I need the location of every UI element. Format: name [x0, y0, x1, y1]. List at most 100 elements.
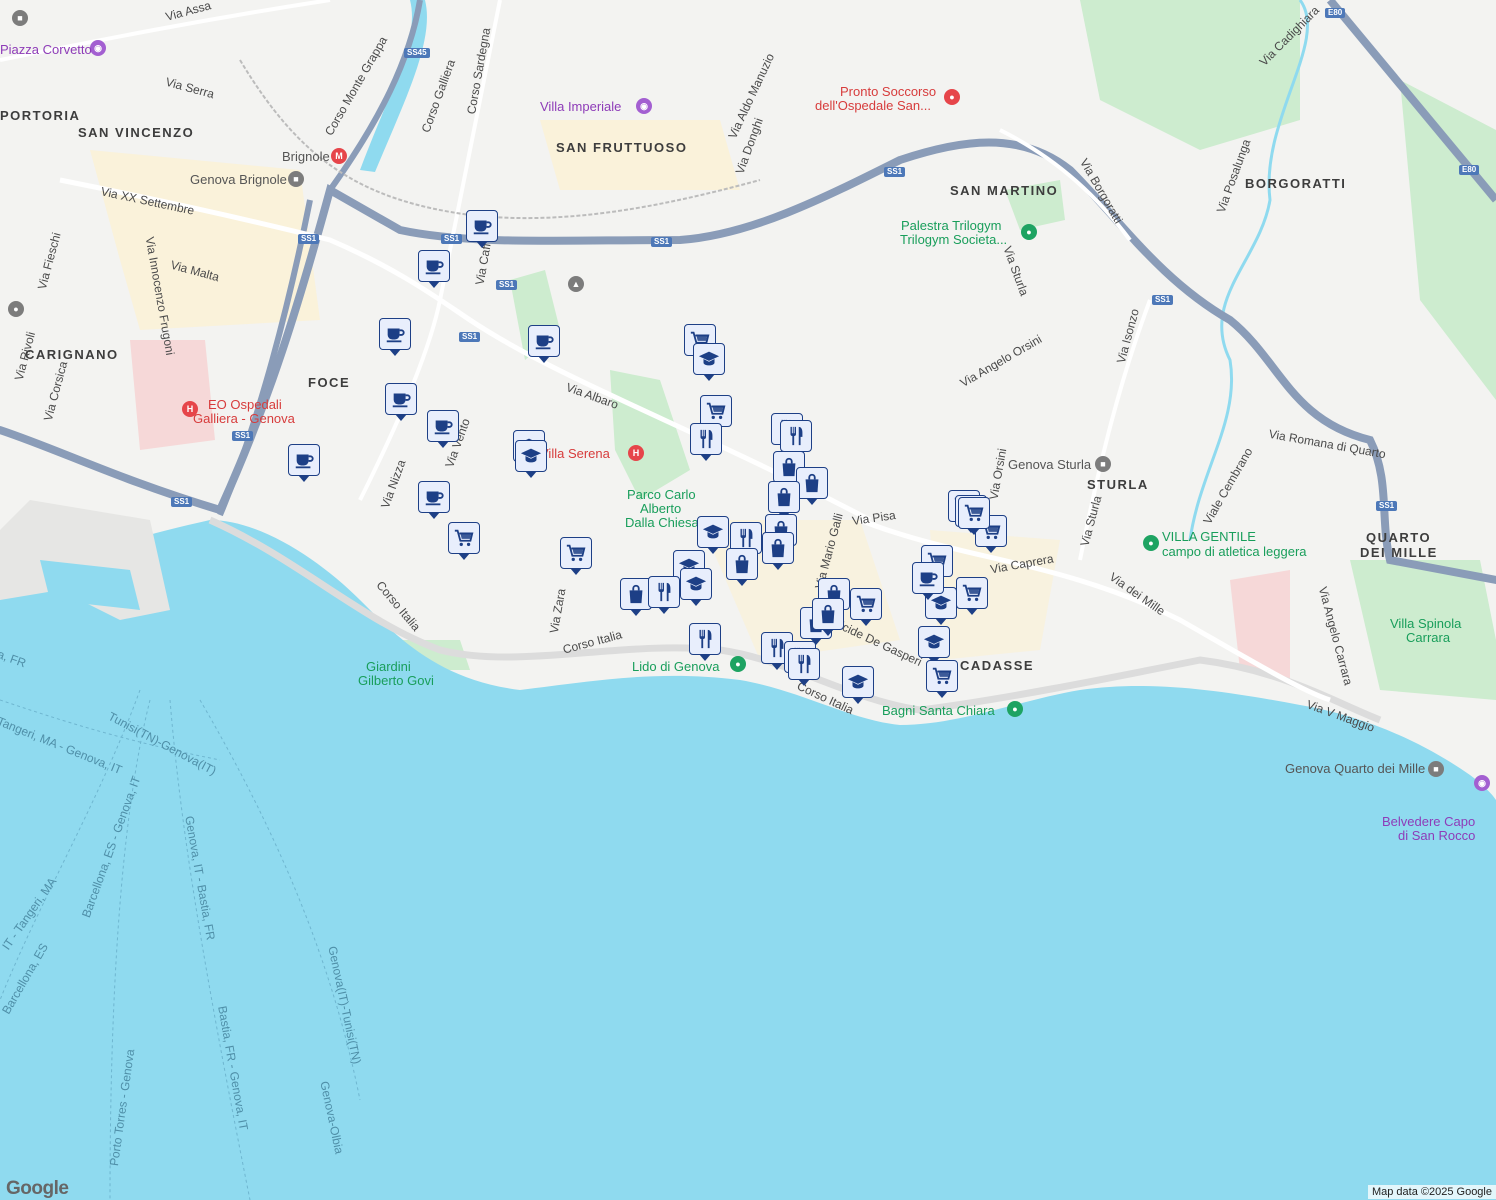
metro-icon[interactable]: M: [331, 148, 347, 164]
area-label: PORTORIA: [0, 108, 81, 123]
poi-label[interactable]: Dalla Chiesa: [625, 516, 699, 529]
cafe-marker[interactable]: [418, 250, 450, 288]
poi-label[interactable]: Carrara: [1406, 631, 1450, 644]
cafe-icon: [434, 420, 453, 435]
shopping-icon: [777, 487, 791, 507]
cafe-marker[interactable]: [466, 210, 498, 248]
poi-label[interactable]: EO Ospedali: [208, 398, 282, 411]
shopping-icon: [771, 538, 785, 558]
poi-label[interactable]: Giardini: [366, 660, 411, 673]
cafe-marker[interactable]: [528, 325, 560, 363]
poi-label[interactable]: VILLA GENTILE: [1162, 530, 1256, 543]
road-shield: SS1: [496, 280, 518, 290]
poi-label[interactable]: Belvedere Capo: [1382, 815, 1475, 828]
pin-icon[interactable]: ●: [8, 301, 24, 317]
cafe-icon: [919, 572, 938, 587]
cafe-icon: [295, 454, 314, 469]
poi-label[interactable]: Genova Quarto dei Mille: [1285, 762, 1425, 775]
camera-icon[interactable]: ◉: [90, 40, 106, 56]
train-icon[interactable]: ■: [1428, 761, 1444, 777]
poi-label[interactable]: Pronto Soccorso: [840, 85, 936, 98]
restaurant-marker[interactable]: [689, 623, 721, 661]
school-marker[interactable]: [918, 626, 950, 664]
poi-label[interactable]: Alberto: [640, 502, 681, 515]
school-icon: [847, 674, 869, 689]
pin-icon[interactable]: ●: [1021, 224, 1037, 240]
poi-label[interactable]: Brignole: [282, 150, 330, 163]
shopping-marker[interactable]: [812, 598, 844, 636]
area-label: CARIGNANO: [25, 347, 119, 362]
cafe-marker[interactable]: [912, 562, 944, 600]
pin-icon[interactable]: ●: [1007, 701, 1023, 717]
area-label: FOCE: [308, 375, 351, 390]
school-marker[interactable]: [680, 568, 712, 606]
train-icon[interactable]: ■: [288, 171, 304, 187]
school-icon[interactable]: ▲: [568, 276, 584, 292]
shopping-marker[interactable]: [768, 481, 800, 519]
area-label: STURLA: [1087, 477, 1149, 492]
shopping-icon: [805, 473, 819, 493]
cafe-marker[interactable]: [385, 383, 417, 421]
poi-label[interactable]: Genova Sturla: [1008, 458, 1091, 471]
shopping-marker[interactable]: [796, 467, 828, 505]
urban-zone: [540, 120, 740, 190]
school-icon: [698, 351, 720, 366]
train-icon[interactable]: ■: [1095, 456, 1111, 472]
hospital-icon[interactable]: H: [628, 445, 644, 461]
restaurant-marker[interactable]: [780, 420, 812, 458]
cart-icon: [454, 529, 474, 547]
poi-label[interactable]: Villa Serena: [540, 447, 610, 460]
poi-label[interactable]: Piazza Corvetto: [0, 43, 92, 56]
cafe-icon: [473, 220, 492, 235]
pin-icon[interactable]: ●: [730, 656, 746, 672]
camera-icon[interactable]: ◉: [636, 98, 652, 114]
school-marker[interactable]: [697, 516, 729, 554]
cart-marker[interactable]: [560, 537, 592, 575]
pin-icon[interactable]: ●: [1143, 535, 1159, 551]
cart-marker[interactable]: [926, 660, 958, 698]
poi-label[interactable]: Gilberto Govi: [358, 674, 434, 687]
cart-icon: [964, 504, 984, 522]
school-marker[interactable]: [693, 343, 725, 381]
poi-label[interactable]: Lido di Genova: [632, 660, 719, 673]
cart-marker[interactable]: [850, 588, 882, 626]
poi-label[interactable]: Trilogym Societa...: [900, 233, 1007, 246]
shopping-icon: [821, 604, 835, 624]
cafe-marker[interactable]: [379, 318, 411, 356]
pin-icon[interactable]: ●: [944, 89, 960, 105]
camera-icon[interactable]: ◉: [1474, 775, 1490, 791]
train-icon[interactable]: ■: [12, 10, 28, 26]
poi-label[interactable]: campo di atletica leggera: [1162, 545, 1307, 558]
restaurant-icon: [658, 582, 671, 602]
cafe-marker[interactable]: [427, 410, 459, 448]
shopping-marker[interactable]: [762, 532, 794, 570]
cafe-marker[interactable]: [418, 481, 450, 519]
road-shield: SS1: [884, 167, 906, 177]
poi-label[interactable]: Galliera - Genova: [193, 412, 295, 425]
school-marker[interactable]: [842, 666, 874, 704]
road-shield: SS1: [171, 497, 193, 507]
poi-label[interactable]: Palestra Trilogym: [901, 219, 1001, 232]
poi-label[interactable]: Villa Imperiale: [540, 100, 621, 113]
road-shield: SS1: [459, 332, 481, 342]
school-icon: [685, 576, 707, 591]
restaurant-marker[interactable]: [690, 423, 722, 461]
poi-label[interactable]: Villa Spinola: [1390, 617, 1461, 630]
school-marker[interactable]: [515, 440, 547, 478]
cafe-marker[interactable]: [288, 444, 320, 482]
poi-label[interactable]: Bagni Santa Chiara: [882, 704, 995, 717]
restaurant-marker[interactable]: [788, 648, 820, 686]
restaurant-marker[interactable]: [648, 576, 680, 614]
school-icon: [702, 524, 724, 539]
poi-label[interactable]: di San Rocco: [1398, 829, 1475, 842]
shopping-marker[interactable]: [726, 548, 758, 586]
restaurant-icon: [699, 629, 712, 649]
poi-label[interactable]: dell'Ospedale San...: [815, 99, 931, 112]
cart-marker[interactable]: [448, 522, 480, 560]
area-label: SAN FRUTTUOSO: [556, 140, 688, 155]
poi-label[interactable]: Parco Carlo: [627, 488, 696, 501]
map-attribution[interactable]: Map data ©2025 Google: [1367, 1185, 1496, 1199]
cart-marker[interactable]: [958, 497, 990, 535]
cart-marker[interactable]: [956, 577, 988, 615]
poi-label[interactable]: Genova Brignole: [190, 173, 287, 186]
